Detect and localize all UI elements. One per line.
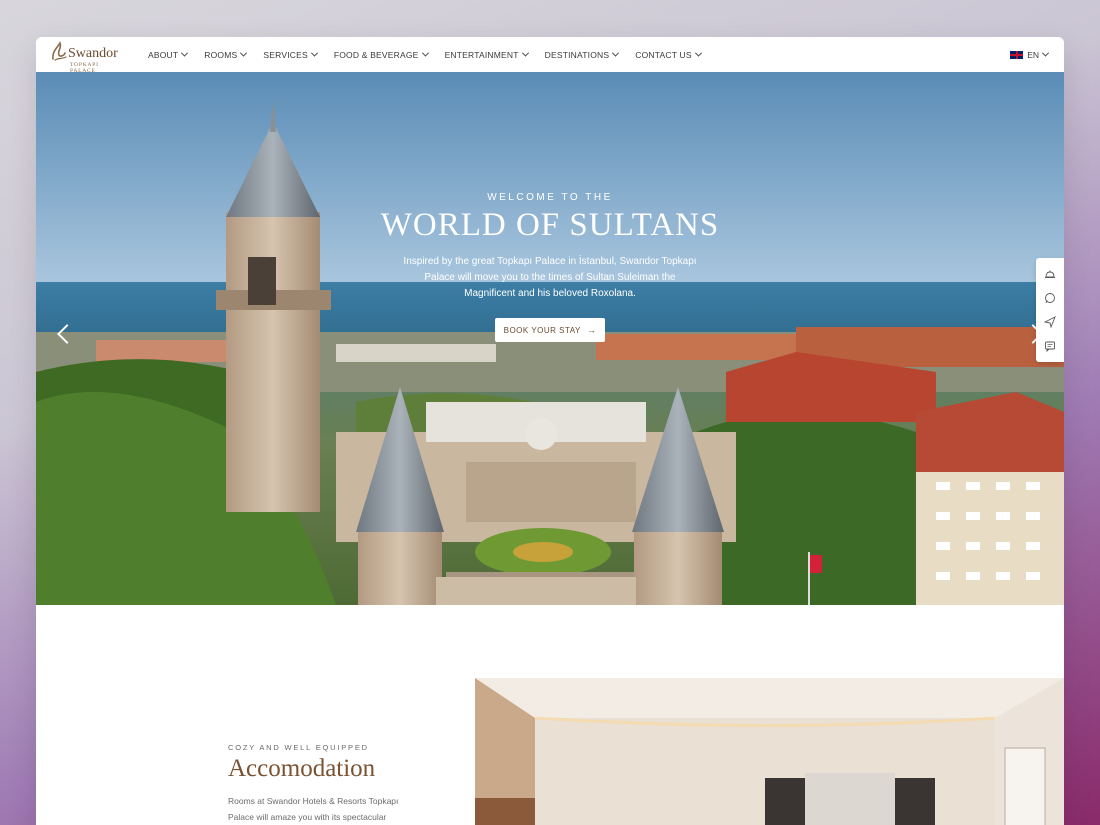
hero-eyebrow: WELCOME TO THE bbox=[487, 192, 613, 203]
book-button-label: BOOK YOUR STAY bbox=[503, 325, 581, 335]
nav-item-label: ROOMS bbox=[204, 49, 238, 60]
browser-window: Swandor TOPKAPI PALACE ABOUT ROOMS SERVI… bbox=[36, 37, 1064, 825]
accommodation-title: Accomodation bbox=[228, 755, 376, 782]
brand-logo[interactable]: Swandor TOPKAPI PALACE bbox=[50, 40, 122, 74]
uk-flag-icon bbox=[1010, 50, 1024, 59]
nav-item-label: CONTACT US bbox=[635, 49, 692, 60]
nav-item-label: ABOUT bbox=[148, 49, 179, 60]
main-menu: ABOUT ROOMS SERVICES FOOD & BEVERAGE ENT… bbox=[148, 37, 718, 72]
chevron-down-icon bbox=[1041, 49, 1050, 57]
accommodation-description: Rooms at Swandor Hotels & Resorts Topkap… bbox=[228, 796, 399, 822]
nav-item-food-beverage[interactable]: FOOD & BEVERAGE bbox=[333, 49, 429, 60]
accommodation-section: COZY AND WELL EQUIPPED Accomodation Room… bbox=[228, 743, 418, 825]
room-photo bbox=[475, 678, 1064, 825]
hero-content: WELCOME TO THE WORLD OF SULTANS Inspired… bbox=[36, 192, 1064, 342]
book-your-stay-button[interactable]: BOOK YOUR STAY → bbox=[494, 318, 606, 342]
nav-item-services[interactable]: SERVICES bbox=[263, 49, 318, 60]
hero-title: WORLD OF SULTANS bbox=[380, 207, 720, 243]
whatsapp-icon[interactable] bbox=[1043, 291, 1057, 305]
nav-item-entertainment[interactable]: ENTERTAINMENT bbox=[444, 49, 529, 60]
nav-item-label: FOOD & BEVERAGE bbox=[333, 49, 419, 60]
chevron-down-icon bbox=[421, 49, 429, 57]
send-icon[interactable] bbox=[1043, 315, 1057, 329]
reception-bell-icon[interactable] bbox=[1043, 267, 1057, 281]
brand-name: Swandor bbox=[68, 46, 118, 61]
nav-item-contact-us[interactable]: CONTACT US bbox=[635, 49, 702, 60]
chevron-down-icon bbox=[240, 49, 248, 57]
chevron-down-icon bbox=[612, 49, 620, 57]
chat-icon[interactable] bbox=[1043, 339, 1057, 353]
hero-description: Inspired by the great Topkapı Palace in … bbox=[403, 256, 697, 299]
chevron-down-icon bbox=[310, 49, 318, 57]
nav-item-label: SERVICES bbox=[263, 49, 308, 60]
hero-slider: WELCOME TO THE WORLD OF SULTANS Inspired… bbox=[36, 72, 1064, 605]
accommodation-room-image bbox=[475, 678, 1064, 825]
chevron-down-icon bbox=[181, 49, 189, 57]
language-selector[interactable]: EN bbox=[1010, 37, 1050, 72]
chevron-down-icon bbox=[694, 49, 702, 57]
arrow-right-icon: → bbox=[586, 325, 597, 335]
nav-item-about[interactable]: ABOUT bbox=[148, 49, 189, 60]
nav-item-destinations[interactable]: DESTINATIONS bbox=[544, 49, 620, 60]
swan-logo-icon bbox=[52, 41, 67, 61]
nav-item-label: DESTINATIONS bbox=[544, 49, 610, 60]
quick-contact-rail bbox=[1036, 258, 1064, 362]
top-nav: Swandor TOPKAPI PALACE ABOUT ROOMS SERVI… bbox=[36, 37, 1064, 74]
accommodation-eyebrow: COZY AND WELL EQUIPPED bbox=[228, 743, 369, 752]
chevron-down-icon bbox=[521, 49, 529, 57]
nav-item-rooms[interactable]: ROOMS bbox=[204, 49, 248, 60]
nav-item-label: ENTERTAINMENT bbox=[444, 49, 519, 60]
language-label: EN bbox=[1027, 49, 1039, 60]
